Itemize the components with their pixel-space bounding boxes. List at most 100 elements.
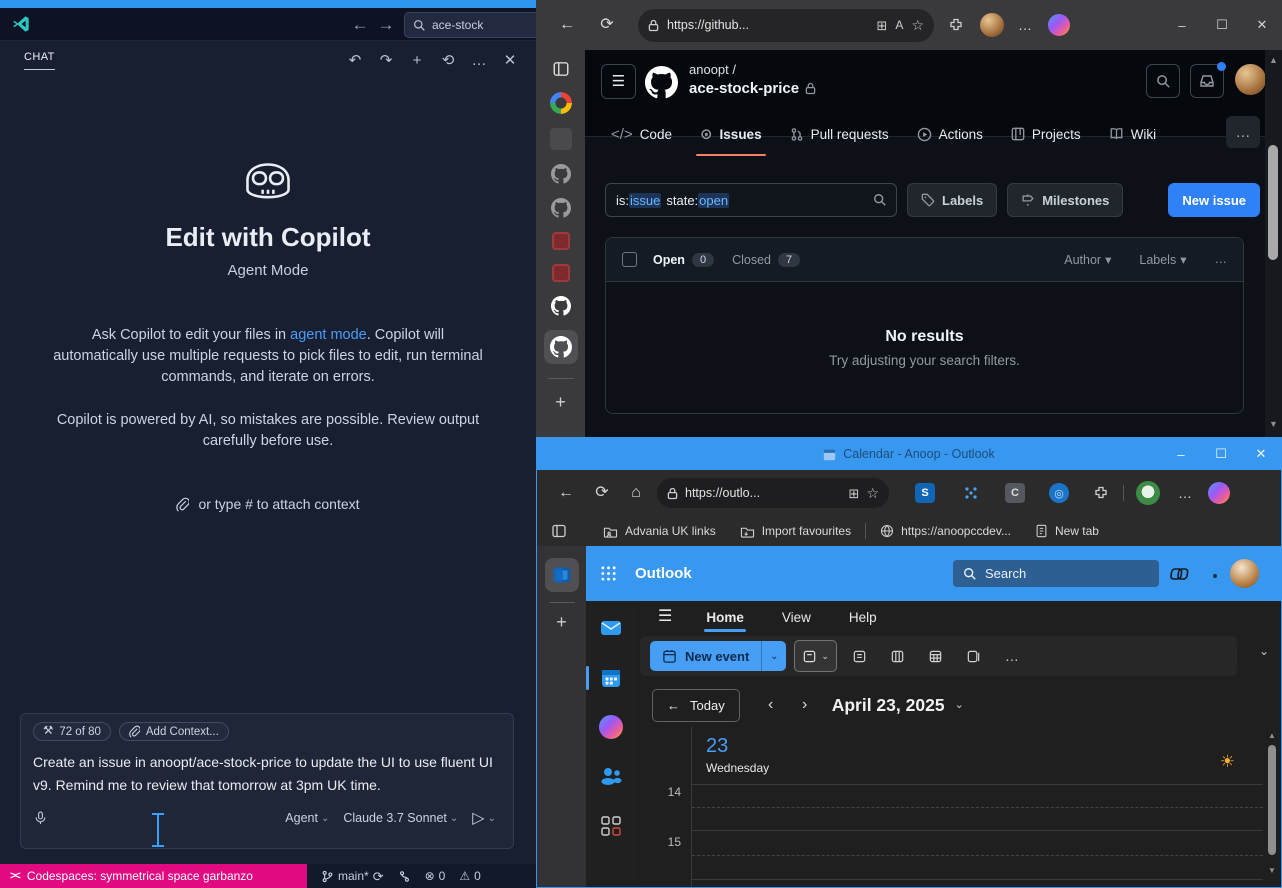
redo-icon[interactable]: ↷ [374, 48, 398, 72]
close-button[interactable]: ✕ [1241, 440, 1281, 468]
global-nav-menu-button[interactable]: ☰ [601, 64, 636, 99]
c-extension-icon[interactable]: C [1005, 483, 1025, 503]
minimize-button[interactable]: – [1161, 440, 1201, 468]
bookmark-link[interactable]: https://anoopccdev... [870, 524, 1021, 538]
microphone-icon[interactable] [33, 809, 48, 827]
read-aloud-icon[interactable]: A [895, 18, 903, 32]
tab-red-icon[interactable] [552, 232, 570, 250]
tab-dark-icon[interactable] [550, 128, 572, 150]
tab-view[interactable]: View [778, 601, 815, 633]
problems-errors[interactable]: ⊗0 [425, 869, 446, 883]
new-event-button[interactable]: New event [650, 641, 761, 671]
minimize-button[interactable]: – [1162, 11, 1202, 39]
favorite-star-icon[interactable]: ☆ [866, 486, 879, 500]
tab-github-active[interactable] [544, 330, 578, 364]
copilot-outline-icon[interactable] [1169, 562, 1193, 586]
issues-search-input[interactable]: is:issuestate:open [605, 183, 897, 217]
copilot-icon[interactable] [1208, 482, 1230, 504]
labels-filter-dropdown[interactable]: Labels▾ [1139, 252, 1186, 267]
browser-profile-avatar[interactable] [980, 13, 1004, 37]
tab-chat[interactable]: CHAT [24, 51, 55, 70]
month-view-icon[interactable] [921, 641, 951, 671]
inbox-button[interactable] [1190, 64, 1224, 98]
close-button[interactable]: ✕ [1242, 11, 1282, 39]
remote-indicator[interactable]: >< Codespaces: symmetrical space garbanz… [0, 864, 307, 888]
search-icon[interactable] [864, 184, 896, 216]
branch-indicator[interactable]: main* ⟳ [321, 869, 384, 883]
rail-people-icon[interactable] [598, 763, 624, 789]
chat-message-text[interactable]: Create an issue in anoopt/ace-stock-pric… [33, 751, 501, 797]
bookmark-folder[interactable]: Import favourites [730, 524, 861, 538]
repo-nav-overflow-button[interactable]: … [1226, 116, 1260, 148]
maximize-button[interactable]: ☐ [1201, 440, 1241, 468]
new-event-dropdown[interactable]: ⌄ [761, 641, 786, 671]
week-view-icon[interactable] [883, 641, 913, 671]
bookmark-new-tab[interactable]: New tab [1025, 524, 1109, 538]
tab-issues[interactable]: ⊙Issues [686, 112, 776, 156]
day-view-toggle[interactable]: ⌄ [794, 640, 837, 672]
outlook-avatar[interactable] [1230, 559, 1259, 588]
list-overflow-icon[interactable]: … [1215, 253, 1228, 266]
history-icon[interactable]: ⟲ [436, 48, 460, 72]
open-filter[interactable]: Open [653, 253, 685, 267]
tab-google-icon[interactable] [550, 92, 572, 114]
tab-code[interactable]: </>Code [597, 112, 686, 156]
new-event-split-button[interactable]: New event ⌄ [650, 641, 786, 671]
back-icon[interactable]: ← [554, 17, 580, 33]
browser-menu-icon[interactable]: … [1018, 18, 1032, 32]
vscode-command-center-search[interactable]: ace-stock [404, 12, 554, 38]
tab-help[interactable]: Help [845, 601, 881, 633]
browser-profile-avatar[interactable] [1136, 481, 1160, 505]
send-button[interactable]: ▷⌄ [467, 806, 501, 830]
split-screen-icon[interactable]: ⊞ [849, 487, 860, 500]
model-picker[interactable]: Claude 3.7 Sonnet⌄ [338, 809, 463, 827]
next-day-icon[interactable]: › [788, 690, 822, 720]
current-date-label[interactable]: April 23, 2025 [832, 695, 945, 716]
labels-button[interactable]: Labels [907, 183, 997, 217]
rail-copilot-icon[interactable] [599, 715, 623, 739]
ribbon-overflow-icon[interactable]: … [997, 641, 1027, 671]
vertical-tabs-icon[interactable] [551, 523, 567, 539]
agent-mode-link[interactable]: agent mode [290, 327, 367, 343]
scroll-down-icon[interactable]: ▼ [1268, 866, 1276, 875]
bookmark-folder[interactable]: Advania UK links [593, 524, 726, 538]
ribbon-hamburger-icon[interactable]: ☰ [658, 609, 672, 625]
rail-mail-icon[interactable] [598, 615, 624, 641]
work-week-view-icon[interactable] [845, 641, 875, 671]
back-icon[interactable]: ← [553, 485, 579, 501]
scrollbar-thumb[interactable] [1268, 745, 1276, 855]
app-launcher-waffle-icon[interactable] [600, 565, 617, 582]
rail-calendar-icon[interactable] [598, 665, 624, 691]
page-scrollbar[interactable]: ▲ ▼ [1265, 50, 1282, 437]
tab-projects[interactable]: Projects [997, 112, 1095, 156]
dots-grid-extension-icon[interactable] [961, 483, 981, 503]
github-logo-icon[interactable] [645, 66, 678, 99]
address-bar[interactable]: https://github... ⊞ A ☆ [638, 9, 934, 42]
chat-input-box[interactable]: ⚒ 72 of 80 Add Context... Create an issu… [20, 713, 514, 849]
tab-actions[interactable]: Actions [903, 112, 997, 156]
tab-github-icon[interactable] [551, 164, 571, 184]
tab-outlook-active[interactable] [545, 558, 579, 592]
ribbon-collapse-icon[interactable]: ⌄ [1259, 645, 1269, 657]
new-tab-icon[interactable]: + [555, 393, 566, 411]
blue-extension-icon[interactable]: ◎ [1049, 483, 1069, 503]
day-column[interactable]: 23 Wednesday ☀ [691, 727, 1263, 887]
mode-picker[interactable]: Agent⌄ [280, 809, 334, 827]
calendar-scrollbar[interactable]: ▲ ▼ [1266, 731, 1278, 883]
today-button[interactable]: ← Today [652, 689, 740, 722]
extension-puzzle-icon[interactable] [948, 17, 964, 33]
previous-day-icon[interactable]: ‹ [754, 690, 788, 720]
undo-icon[interactable]: ↶ [343, 48, 367, 72]
date-picker-caret-icon[interactable]: ⌄ [955, 700, 964, 711]
closed-filter[interactable]: Closed [732, 253, 771, 267]
rail-apps-icon[interactable] [598, 813, 624, 839]
scroll-down-icon[interactable]: ▼ [1269, 419, 1278, 429]
favorite-star-icon[interactable]: ☆ [911, 18, 924, 32]
source-control-graph[interactable] [398, 870, 411, 883]
refresh-icon[interactable]: ⟳ [589, 485, 615, 501]
weather-sun-icon[interactable]: ☀ [1220, 753, 1235, 770]
refresh-icon[interactable]: ⟳ [594, 17, 620, 33]
github-avatar[interactable] [1235, 64, 1266, 95]
extension-puzzle-icon[interactable] [1093, 485, 1109, 501]
milestones-button[interactable]: Milestones [1007, 183, 1123, 217]
